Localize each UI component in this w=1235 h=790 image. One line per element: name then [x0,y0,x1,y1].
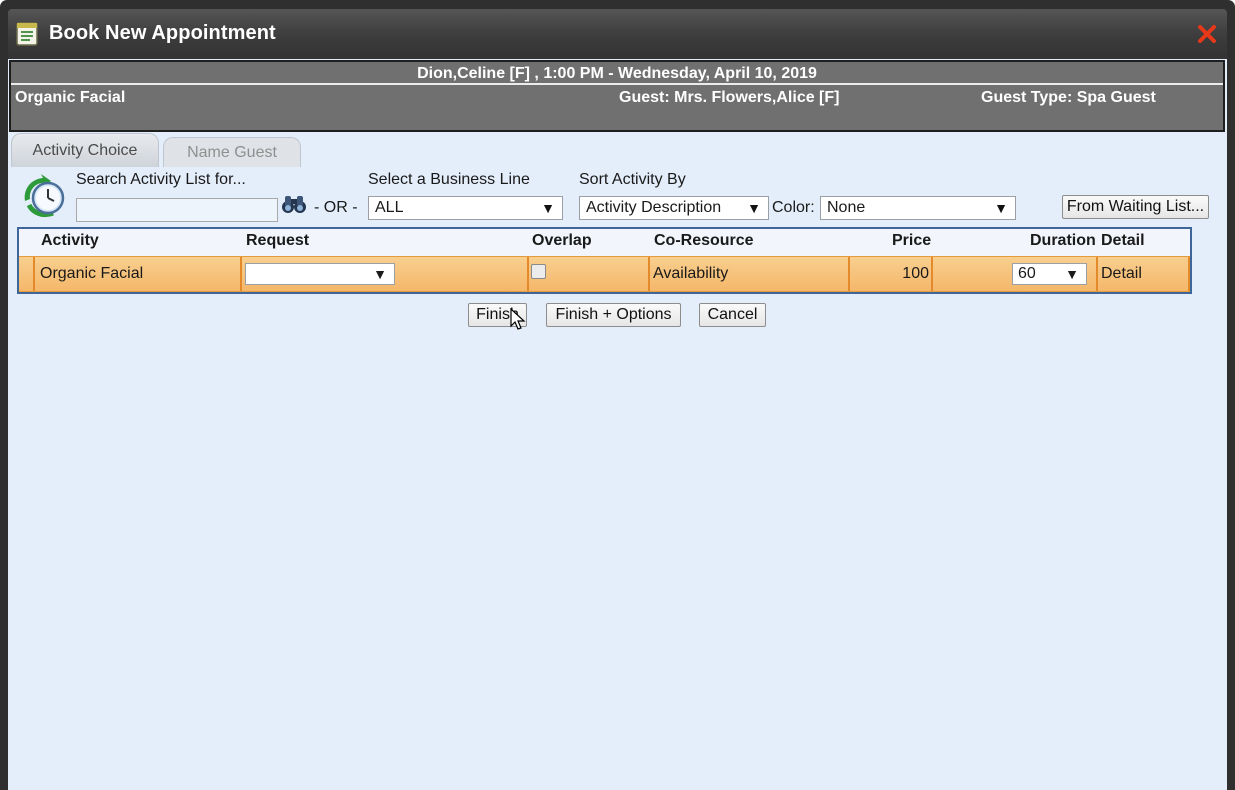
business-line-select[interactable]: ALL ▼ [368,196,563,220]
cell-duration: 60 ▼ [931,257,1096,291]
from-waiting-list-button[interactable]: From Waiting List... [1062,195,1209,219]
duration-value: 60 [1018,265,1036,282]
tab-activity-choice[interactable]: Activity Choice [11,133,159,167]
cell-request: ▼ [240,257,527,291]
business-line-label: Select a Business Line [368,171,530,188]
business-line-value: ALL [375,199,404,216]
request-select[interactable]: ▼ [245,263,395,285]
cell-co-resource: Availability [648,257,848,291]
color-value: None [827,199,866,216]
column-header-price: Price [892,232,932,249]
chevron-down-icon: ▼ [747,200,761,216]
chevron-down-icon: ▼ [994,200,1008,216]
column-header-activity: Activity [41,232,99,249]
column-header-detail: Detail [1101,232,1145,249]
sort-activity-value: Activity Description [586,199,722,216]
info-guest: Guest: Mrs. Flowers,Alice [F] [619,89,840,106]
dialog-title: Book New Appointment [49,22,276,44]
column-header-overlap: Overlap [532,232,592,249]
detail-link[interactable]: Detail [1101,257,1142,291]
table-header: Activity Request Overlap Co-Resource Pri… [19,229,1190,255]
cell-activity: Organic Facial [33,257,240,291]
color-select[interactable]: None ▼ [820,196,1016,220]
info-guest-type: Guest Type: Spa Guest [981,89,1156,106]
title-bar[interactable]: Book New Appointment [8,9,1227,59]
search-label: Search Activity List for... [76,171,246,188]
chevron-down-icon: ▼ [1065,266,1079,282]
tab-name-guest[interactable]: Name Guest [163,137,301,167]
sort-label: Sort Activity By [579,171,686,188]
column-header-duration: Duration [1030,232,1096,249]
appointment-info-panel: Dion,Celine [F] , 1:00 PM - Wednesday, A… [9,60,1225,132]
chevron-down-icon: ▼ [373,266,387,282]
cancel-button[interactable]: Cancel [699,303,766,327]
co-resource-value[interactable]: Availability [653,257,728,291]
overlap-checkbox[interactable] [531,264,546,279]
form-icon [16,22,38,46]
chevron-down-icon: ▼ [541,200,555,216]
cell-detail: Detail [1096,257,1190,291]
price-value: 100 [902,265,929,282]
cell-price: 100 [848,257,931,291]
close-icon[interactable] [1197,24,1217,44]
binoculars-icon[interactable] [281,193,307,215]
row-activity-name: Organic Facial [40,265,144,282]
dialog-content: Dion,Celine [F] , 1:00 PM - Wednesday, A… [8,59,1227,790]
appointment-dialog: Book New Appointment Dion,Celine [F] , 1… [0,0,1235,790]
table-row[interactable]: Organic Facial ▼ Availability 100 60 ▼ D… [19,256,1190,292]
column-header-co-resource: Co-Resource [654,232,754,249]
search-activity-input[interactable] [76,198,278,222]
finish-options-button[interactable]: Finish + Options [546,303,681,327]
or-separator: - OR - [314,199,358,216]
appointment-header-line: Dion,Celine [F] , 1:00 PM - Wednesday, A… [11,62,1223,85]
mouse-pointer-icon [510,308,526,330]
sort-activity-select[interactable]: Activity Description ▼ [579,196,769,220]
info-activity: Organic Facial [15,89,126,106]
clock-icon[interactable] [19,171,69,219]
color-label: Color: [772,199,815,216]
duration-select[interactable]: 60 ▼ [1012,263,1087,285]
activity-table: Activity Request Overlap Co-Resource Pri… [17,227,1192,294]
column-header-request: Request [246,232,310,249]
